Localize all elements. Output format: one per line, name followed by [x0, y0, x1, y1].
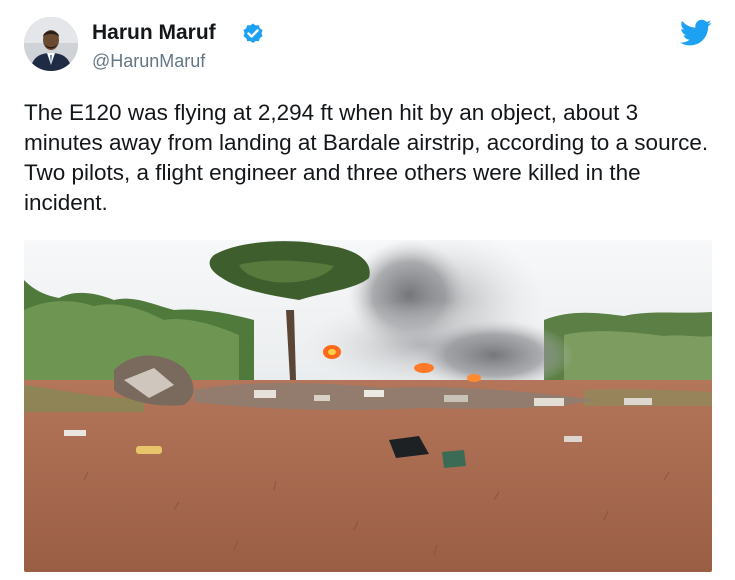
- avatar[interactable]: [24, 17, 78, 71]
- author-handle[interactable]: @HarunMaruf: [92, 50, 205, 72]
- avatar-image: [24, 17, 78, 71]
- twitter-bird-icon[interactable]: [680, 19, 712, 47]
- tweet-card: Harun Maruf @HarunMaruf The E120 was fly…: [0, 0, 735, 580]
- tweet-text: The E120 was flying at 2,294 ft when hit…: [24, 100, 709, 215]
- verified-badge-icon: [243, 23, 263, 43]
- tweet-photo[interactable]: [24, 240, 712, 572]
- author-display-name[interactable]: Harun Maruf: [92, 20, 216, 46]
- crash-site-photo: [24, 240, 712, 572]
